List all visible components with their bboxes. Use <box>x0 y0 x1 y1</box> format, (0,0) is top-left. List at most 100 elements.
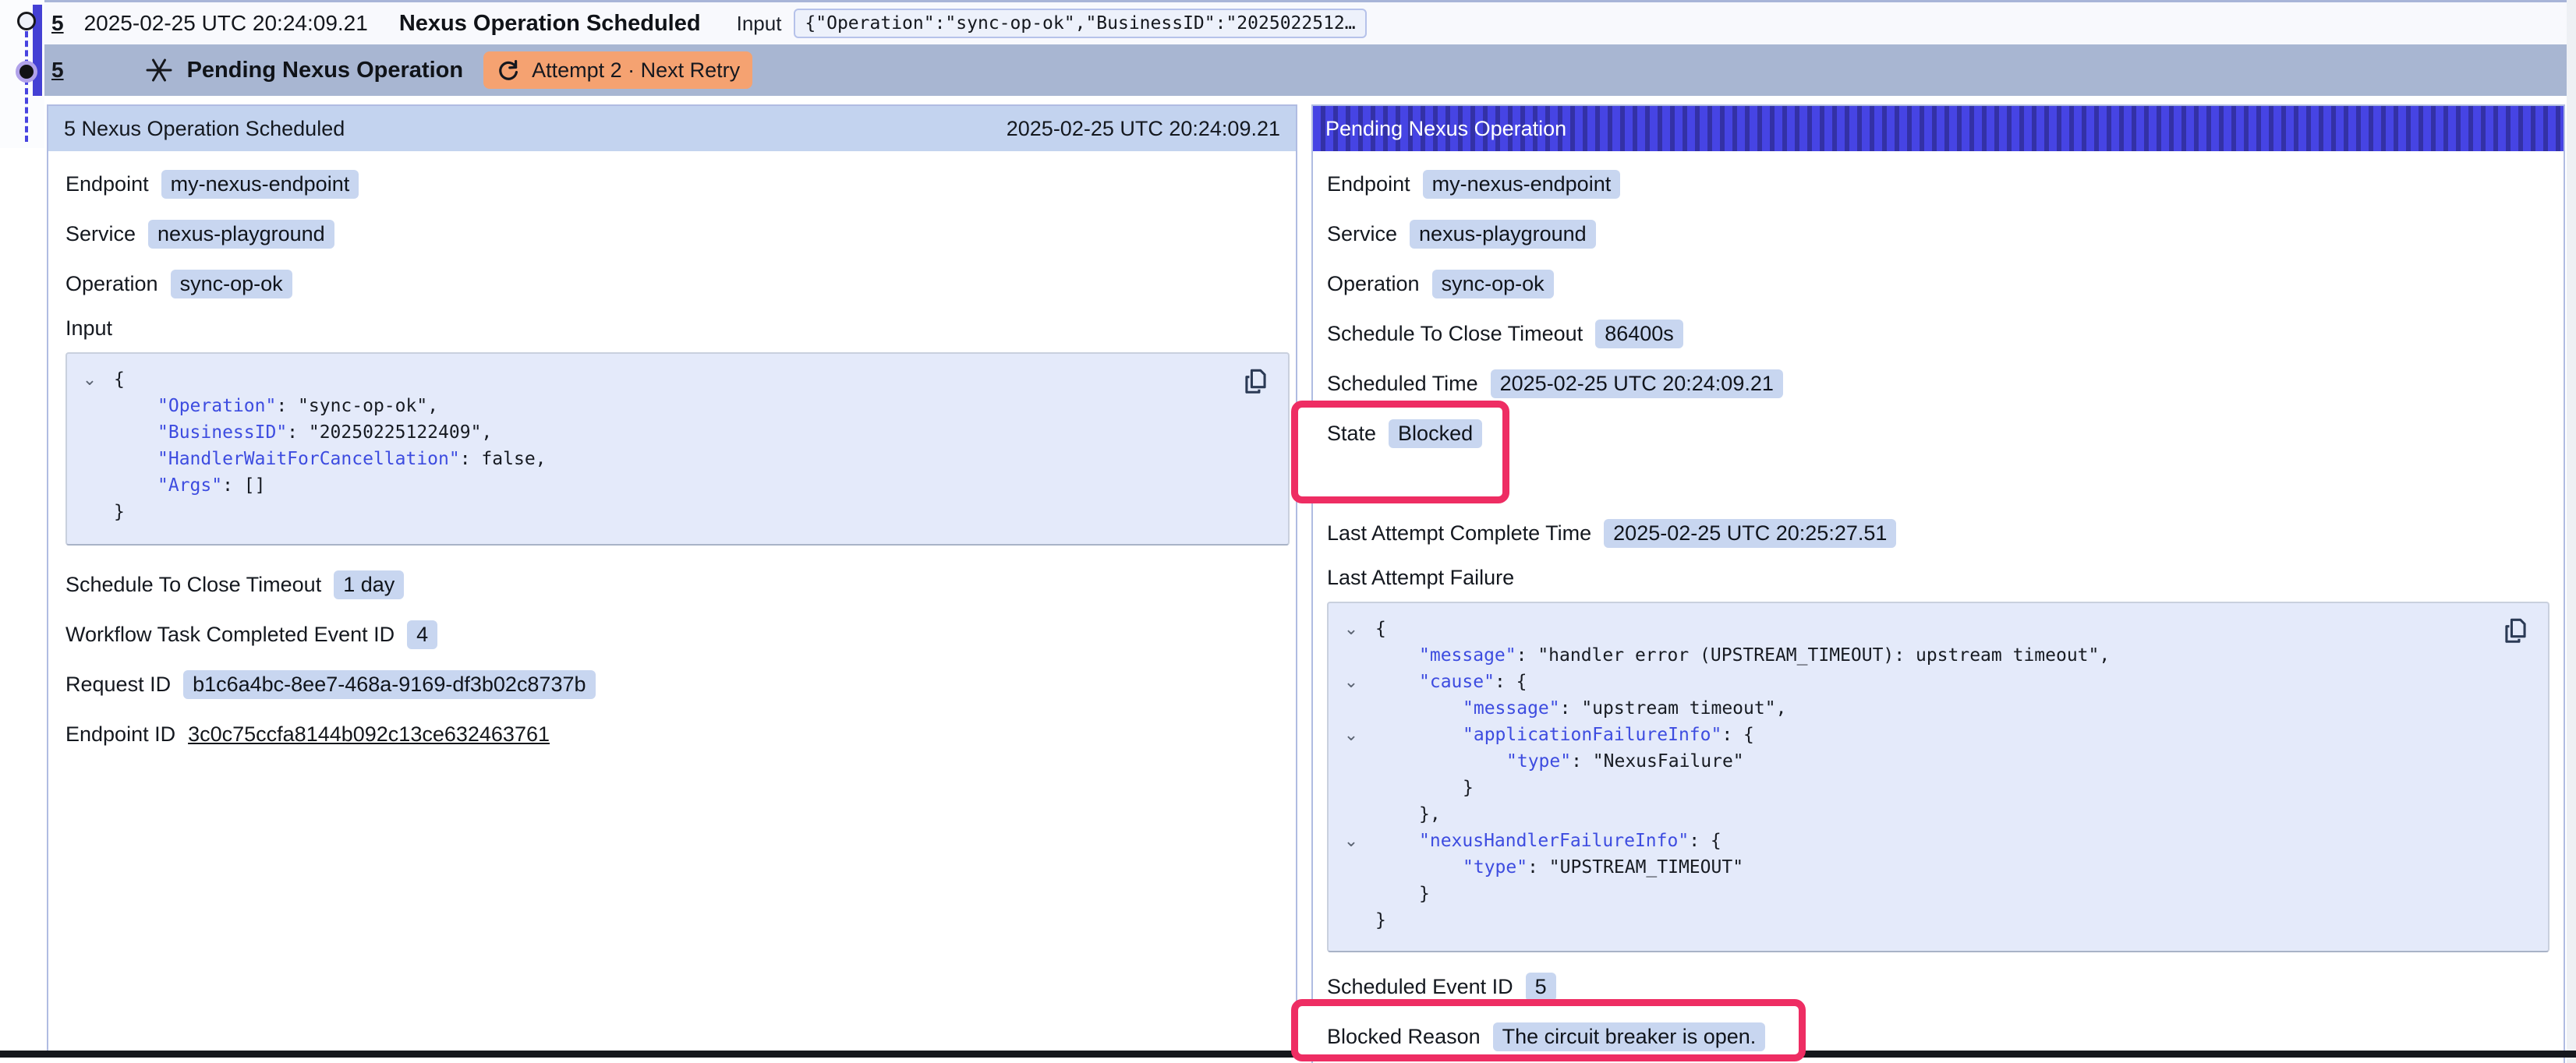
collapse-chevron-icon[interactable]: ⌄ <box>1341 669 1361 695</box>
json-text: : "UPSTREAM_TIMEOUT" <box>1527 857 1743 878</box>
json-line: "message": "upstream timeout", <box>1329 695 2548 722</box>
field-value-badge: 2025-02-25 UTC 20:25:27.51 <box>1604 519 1896 548</box>
json-text: : "NexusFailure" <box>1571 751 1744 772</box>
json-line: } <box>1329 881 2548 907</box>
json-key: "message" <box>1419 645 1516 666</box>
json-line: "HandlerWaitForCancellation": false, <box>67 446 1288 472</box>
pending-operation-panel: Pending Nexus Operation Endpoint my-nexus… <box>1311 104 2565 1063</box>
json-line: "type": "UPSTREAM_TIMEOUT" <box>1329 854 2548 881</box>
json-key: "type" <box>1463 857 1527 878</box>
field-value-badge: 86400s <box>1595 320 1683 348</box>
event-timestamp: 2025-02-25 UTC 20:24:09.21 <box>84 11 368 36</box>
field-row-request-id: Request ID b1c6a4bc-8ee7-468a-9169-df3b02… <box>65 667 1290 701</box>
field-value-badge: Blocked <box>1389 419 1482 448</box>
timeline-node-icon[interactable] <box>17 12 36 30</box>
json-text: : [] <box>222 475 265 496</box>
pending-event-title: Pending Nexus Operation <box>187 58 464 83</box>
timeline-dashed-connector <box>25 31 28 142</box>
panel-title: 5 Nexus Operation Scheduled <box>64 117 345 141</box>
json-line: } <box>1329 775 2548 801</box>
field-label: Endpoint <box>65 172 149 196</box>
json-key: "Operation" <box>157 396 276 416</box>
field-row-last-attempt-complete-time: Last Attempt Complete Time2025-02-25 UTC… <box>1327 516 2549 550</box>
event-input-preview-chip[interactable]: {"Operation":"sync-op-ok","BusinessID":"… <box>794 9 1366 38</box>
field-label: Endpoint <box>1327 172 1410 196</box>
collapse-chevron-icon[interactable]: ⌄ <box>1341 722 1361 748</box>
event-id-link[interactable]: 5 <box>51 58 64 83</box>
collapse-chevron-icon[interactable]: ⌄ <box>1341 828 1361 854</box>
json-line: ⌄ "nexusHandlerFailureInfo": { <box>1329 828 2548 854</box>
field-row-service: Service nexus-playground <box>65 217 1290 251</box>
field-value-badge: b1c6a4bc-8ee7-468a-9169-df3b02c8737b <box>183 670 595 699</box>
event-detail-panel-header: 5 Nexus Operation Scheduled 2025-02-25 U… <box>48 106 1296 151</box>
field-value-badge: 4 <box>407 620 437 649</box>
field-label: Endpoint ID <box>65 722 175 747</box>
field-label: Request ID <box>65 673 171 697</box>
json-text: : false, <box>460 449 547 469</box>
json-key: "nexusHandlerFailureInfo" <box>1419 831 1689 851</box>
json-line: } <box>67 499 1288 525</box>
field-value-badge: nexus-playground <box>148 220 334 249</box>
field-label: Workflow Task Completed Event ID <box>65 623 395 647</box>
field-row-attempt: Attempt2 <box>1327 466 2549 500</box>
field-label: Operation <box>1327 272 1420 296</box>
json-key: "Args" <box>157 475 222 496</box>
field-row-blocked-reason: Blocked Reason The circuit breaker is ope… <box>1327 1019 2549 1054</box>
event-detail-panel: 5 Nexus Operation Scheduled 2025-02-25 U… <box>47 104 1297 1052</box>
field-label: Service <box>1327 222 1397 246</box>
temporal-event-history-page: 5 2025-02-25 UTC 20:24:09.21 Nexus Opera… <box>0 0 2576 1063</box>
retry-badge-label: Attempt 2 · Next Retry <box>532 58 740 83</box>
json-key: "HandlerWaitForCancellation" <box>157 449 460 469</box>
field-value-badge: 1 day <box>334 570 404 599</box>
panel-timestamp: 2025-02-25 UTC 20:24:09.21 <box>1007 117 1280 141</box>
field-row-workflow-task-completed-event-id: Workflow Task Completed Event ID 4 <box>65 617 1290 652</box>
field-row-endpoint-id: Endpoint ID 3c0c75ccfa8144b092c13ce632463… <box>65 717 1290 751</box>
field-row-operation: Operationsync-op-ok <box>1327 267 2549 301</box>
field-value-badge: my-nexus-endpoint <box>1423 170 1621 199</box>
collapse-chevron-icon[interactable]: ⌄ <box>1341 616 1361 642</box>
field-row-service: Service nexus-playground <box>1327 217 2549 251</box>
scrollbar-gutter[interactable] <box>2567 0 2576 1063</box>
json-text: } <box>1419 884 1430 904</box>
field-value-badge: 2025-02-25 UTC 20:24:09.21 <box>1491 369 1783 398</box>
field-value-link[interactable]: 3c0c75ccfa8144b092c13ce632463761 <box>188 722 550 747</box>
json-text: : "handler error (UPSTREAM_TIMEOUT): ups… <box>1516 645 2111 666</box>
json-key: "BusinessID" <box>157 422 287 443</box>
failure-json-viewer: ⌄{"message": "handler error (UPSTREAM_TI… <box>1327 602 2549 952</box>
field-value-badge: my-nexus-endpoint <box>161 170 359 199</box>
pending-asterisk-icon <box>145 56 173 84</box>
json-text: } <box>1375 910 1386 931</box>
event-row-pending-nexus-operation[interactable]: 5 Pending Nexus Operation Attempt 2 · Ne… <box>44 44 2571 96</box>
json-text: : { <box>1689 831 1721 851</box>
retry-attempt-badge: Attempt 2 · Next Retry <box>483 51 752 89</box>
field-value-badge: The circuit breaker is open. <box>1493 1022 1766 1051</box>
field-value-badge: nexus-playground <box>1410 220 1596 249</box>
collapse-chevron-icon[interactable]: ⌄ <box>80 366 100 393</box>
json-line: "Operation": "sync-op-ok", <box>67 393 1288 419</box>
json-line: "BusinessID": "20250225122409", <box>67 419 1288 446</box>
field-label: Schedule To Close Timeout <box>65 573 321 597</box>
field-row-schedule-to-close-timeout: Schedule To Close Timeout86400s <box>1327 316 2549 351</box>
panel-title: Pending Nexus Operation <box>1325 117 1566 141</box>
input-json-viewer: ⌄{"Operation": "sync-op-ok","BusinessID"… <box>65 352 1290 546</box>
field-label: Operation <box>65 272 158 296</box>
field-row-endpoint: Endpoint my-nexus-endpoint <box>65 167 1290 201</box>
json-text: }, <box>1419 804 1441 825</box>
field-label: Service <box>65 222 136 246</box>
field-row-scheduled-time: Scheduled Time2025-02-25 UTC 20:24:09.21 <box>1327 366 2549 401</box>
field-value-badge: 5 <box>1526 973 1556 1001</box>
retry-icon <box>496 58 521 83</box>
field-label: Blocked Reason <box>1327 1025 1481 1049</box>
json-key: "cause" <box>1419 672 1495 692</box>
json-line: "message": "handler error (UPSTREAM_TIME… <box>1329 642 2548 669</box>
json-line: } <box>1329 907 2548 934</box>
event-row-nexus-operation-scheduled[interactable]: 5 2025-02-25 UTC 20:24:09.21 Nexus Opera… <box>44 2 2571 44</box>
field-row-schedule-to-close-timeout: Schedule To Close Timeout 1 day <box>65 567 1290 602</box>
json-line: "Args": [] <box>67 472 1288 499</box>
field-row-endpoint: Endpoint my-nexus-endpoint <box>1327 167 2549 201</box>
json-line: ⌄{ <box>67 366 1288 393</box>
event-id-link[interactable]: 5 <box>51 11 64 36</box>
event-title: Nexus Operation Scheduled <box>399 11 701 37</box>
json-line: }, <box>1329 801 2548 828</box>
timeline-current-node-icon[interactable] <box>16 61 37 83</box>
